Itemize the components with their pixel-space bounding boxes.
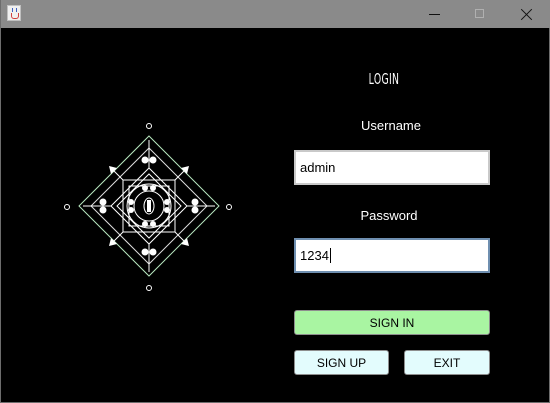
- close-icon[interactable]: [503, 0, 549, 28]
- text-caret: [329, 248, 331, 263]
- emblem-logo: [61, 118, 237, 296]
- exit-button[interactable]: EXIT: [404, 350, 490, 375]
- sign-up-button[interactable]: SIGN UP: [294, 350, 389, 375]
- login-title: LOGIN: [368, 70, 400, 88]
- minimize-icon[interactable]: [411, 0, 457, 28]
- username-label: Username: [361, 118, 421, 133]
- maximize-icon[interactable]: [457, 0, 503, 28]
- login-window: LOGIN Username admin Password 1234 SIGN …: [0, 0, 550, 403]
- username-value: admin: [300, 160, 336, 175]
- java-cup-icon: [7, 5, 21, 21]
- title-bar[interactable]: [1, 0, 550, 28]
- username-field[interactable]: admin: [294, 150, 490, 185]
- password-field[interactable]: 1234: [294, 238, 490, 273]
- password-label: Password: [360, 208, 418, 223]
- password-value: 1234: [300, 248, 329, 263]
- ornamental-diamond-emblem-icon: [64, 123, 232, 291]
- sign-in-button[interactable]: SIGN IN: [294, 310, 490, 335]
